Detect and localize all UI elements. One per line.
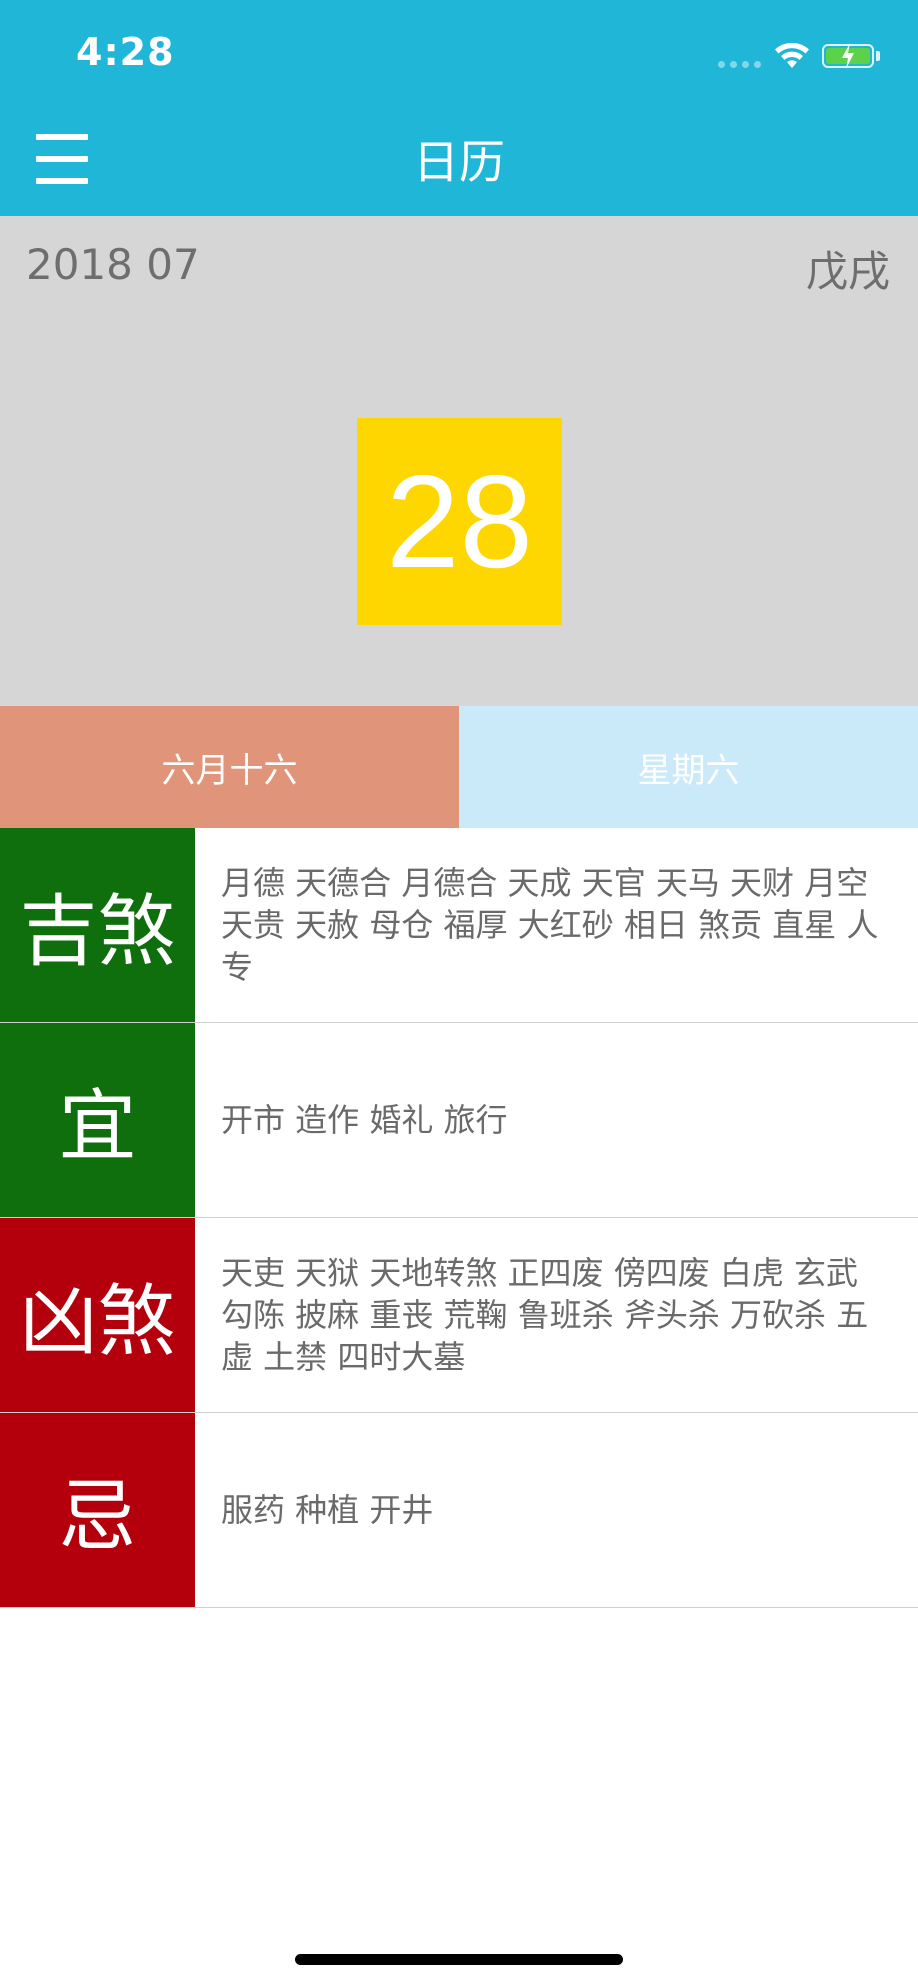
row-label: 忌 [0, 1413, 195, 1607]
row-label: 宜 [0, 1023, 195, 1217]
ganzhi-year-label: 戊戌 [805, 247, 890, 296]
row-content: 服药 种植 开井 [221, 1491, 434, 1529]
status-time: 4:28 [76, 30, 175, 74]
row-label: 吉煞 [0, 828, 195, 1022]
auspicious-spirits-row: 吉煞 月德 天德合 月德合 天成 天官 天马 天财 月空 天贵 天赦 母仓 福厚… [0, 828, 918, 1023]
date-info-row: 六月十六 星期六 [0, 706, 918, 828]
inauspicious-spirits-row: 凶煞 天吏 天狱 天地转煞 正四废 傍四废 白虎 玄武 勾陈 披麻 重丧 荒鞠 … [0, 1218, 918, 1413]
weekday-cell: 星期六 [459, 706, 918, 828]
wifi-icon [775, 42, 809, 68]
calendar-screen: 4:28 日历 2018 07 戊戌 28 六月十六 星期六 吉煞 月德 天德合… [0, 0, 918, 1987]
almanac-list: 吉煞 月德 天德合 月德合 天成 天官 天马 天财 月空 天贵 天赦 母仓 福厚… [0, 828, 918, 1608]
header-bar: 4:28 日历 [0, 0, 918, 216]
day-number: 28 [386, 447, 533, 595]
page-title: 日历 [413, 135, 505, 189]
year-month-label: 2018 07 [26, 240, 200, 289]
row-label: 凶煞 [0, 1218, 195, 1412]
avoid-row: 忌 服药 种植 开井 [0, 1413, 918, 1608]
battery-cap [876, 51, 880, 61]
date-header: 2018 07 戊戌 28 [0, 216, 918, 706]
row-content: 开市 造作 婚礼 旅行 [221, 1101, 508, 1139]
row-content: 天吏 天狱 天地转煞 正四废 傍四废 白虎 玄武 勾陈 披麻 重丧 荒鞠 鲁班杀… [221, 1254, 869, 1376]
cellular-signal-icon [718, 61, 761, 68]
day-box[interactable]: 28 [357, 418, 562, 625]
home-indicator[interactable] [295, 1954, 623, 1965]
suitable-row: 宜 开市 造作 婚礼 旅行 [0, 1023, 918, 1218]
lunar-date-cell: 六月十六 [0, 706, 459, 828]
charging-bolt-icon [842, 43, 854, 69]
row-content: 月德 天德合 月德合 天成 天官 天马 天财 月空 天贵 天赦 母仓 福厚 大红… [221, 864, 879, 986]
